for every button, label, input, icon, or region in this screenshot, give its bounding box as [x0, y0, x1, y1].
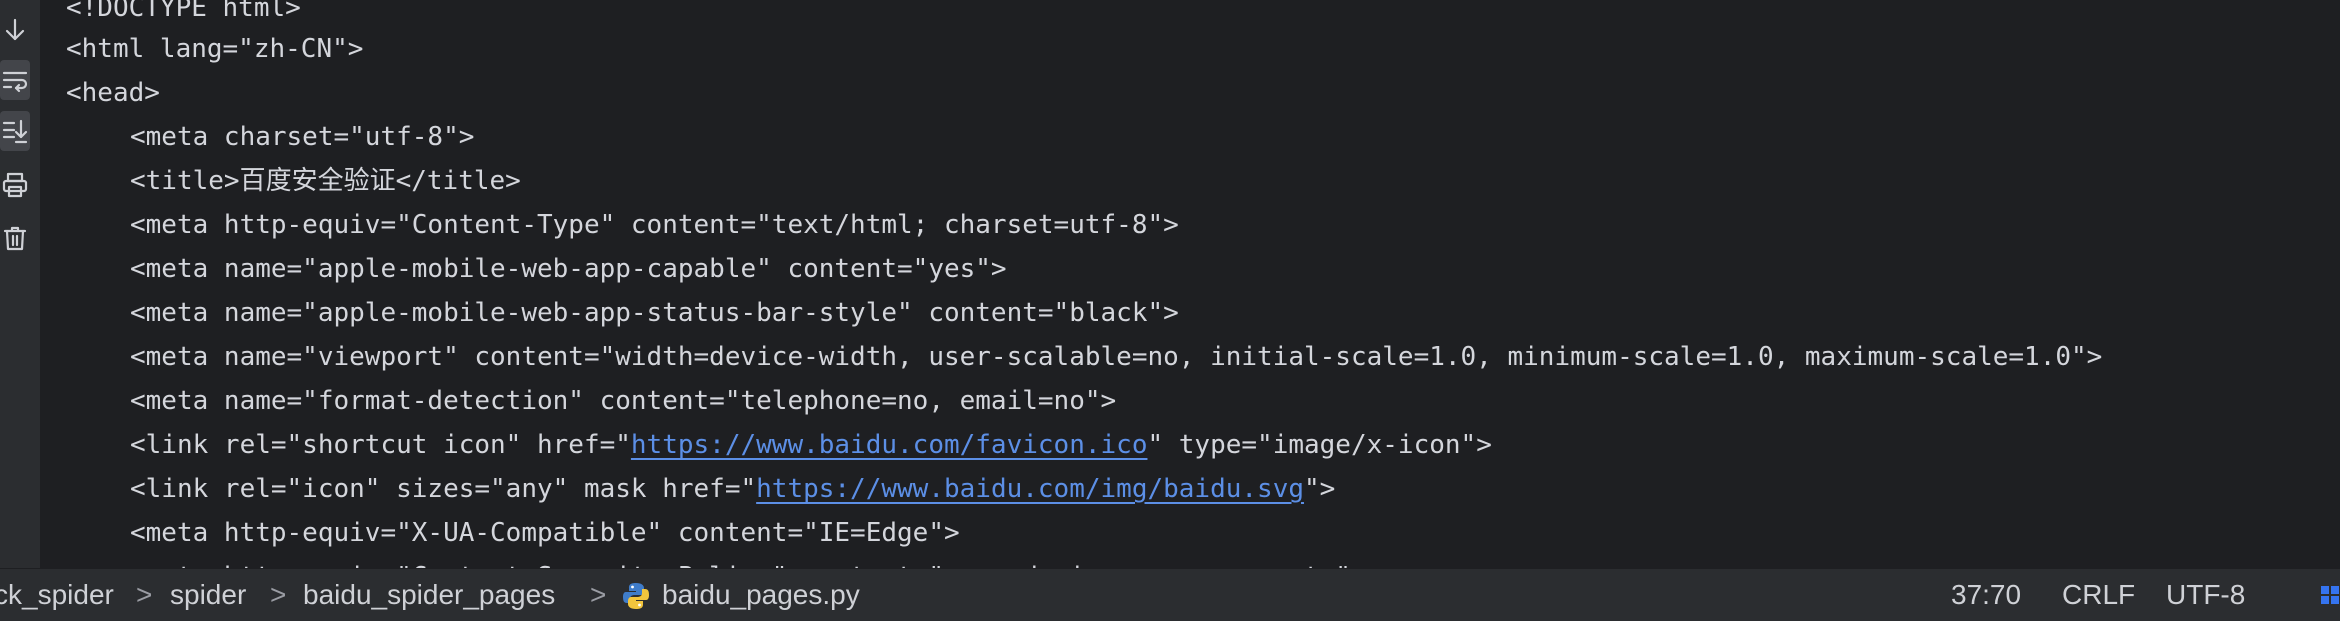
code-token: <title>: [130, 166, 240, 196]
code-token: ">: [1304, 474, 1336, 504]
cursor-position[interactable]: 37:70: [1951, 569, 2021, 621]
print-icon: [2, 172, 28, 198]
code-token-title-text: 百度安全验证: [239, 166, 396, 196]
arrow-down-icon: [5, 18, 25, 41]
code-line: <link rel="shortcut icon" href="https://…: [130, 423, 1492, 467]
code-token: <link rel="icon" sizes="any" mask href=": [130, 474, 757, 504]
code-token: </title>: [395, 166, 521, 196]
code-line: <!DOCTYPE html>: [66, 0, 301, 23]
url-link[interactable]: https://www.baidu.com/favicon.ico: [631, 430, 1148, 460]
url-link[interactable]: https://www.baidu.com/img/baidu.svg: [756, 474, 1304, 504]
python-file-icon: [623, 583, 649, 609]
code-line: <head>: [66, 78, 160, 108]
notifications-icon[interactable]: [2318, 583, 2340, 607]
code-line: <meta http-equiv="X-UA-Compatible" conte…: [130, 518, 960, 548]
console-toolbar: [0, 0, 41, 568]
scroll-down-button[interactable]: [0, 10, 30, 50]
scroll-to-end-icon: [2, 119, 28, 144]
breadcrumb-folder[interactable]: baidu_spider_pages: [303, 569, 555, 621]
code-line: <meta name="apple-mobile-web-app-capable…: [130, 254, 1007, 284]
soft-wrap-icon: [2, 71, 28, 93]
line-ending[interactable]: CRLF: [2062, 569, 2135, 621]
code-line: <title>百度安全验证</title>: [130, 159, 521, 203]
trash-icon: [3, 226, 27, 251]
breadcrumb-separator: >: [270, 579, 287, 610]
code-token: <link rel="shortcut icon" href=": [130, 430, 631, 460]
code-line: <link rel="icon" sizes="any" mask href="…: [130, 467, 1335, 511]
scroll-to-end-button[interactable]: [0, 111, 30, 151]
code-line: <meta http-equiv="Content-Type" content=…: [130, 210, 1179, 240]
file-encoding[interactable]: UTF-8: [2166, 569, 2245, 621]
code-line: <meta name="viewport" content="width=dev…: [130, 342, 2103, 372]
print-button[interactable]: [0, 165, 30, 205]
breadcrumb-separator: >: [590, 579, 607, 610]
code-line: <html lang="zh-CN">: [66, 34, 364, 64]
clear-all-button[interactable]: [0, 218, 30, 258]
soft-wrap-button[interactable]: [0, 60, 30, 100]
breadcrumb-project[interactable]: ck_spider: [0, 569, 114, 621]
breadcrumb-spider[interactable]: spider: [170, 569, 246, 621]
code-line: <meta name="apple-mobile-web-app-status-…: [130, 298, 1179, 328]
code-line: <meta http-equiv="Content-Security-Polic…: [130, 555, 1367, 568]
breadcrumb-file[interactable]: baidu_pages.py: [662, 569, 860, 621]
console-output[interactable]: <!DOCTYPE html> <html lang="zh-CN"> <hea…: [41, 0, 2340, 568]
code-line: <meta name="format-detection" content="t…: [130, 386, 1117, 416]
code-token: " type="image/x-icon">: [1147, 430, 1492, 460]
code-line: <meta charset="utf-8">: [130, 122, 475, 152]
status-bar: ck_spider > spider > baidu_spider_pages …: [0, 568, 2340, 621]
breadcrumb-separator: >: [136, 579, 153, 610]
